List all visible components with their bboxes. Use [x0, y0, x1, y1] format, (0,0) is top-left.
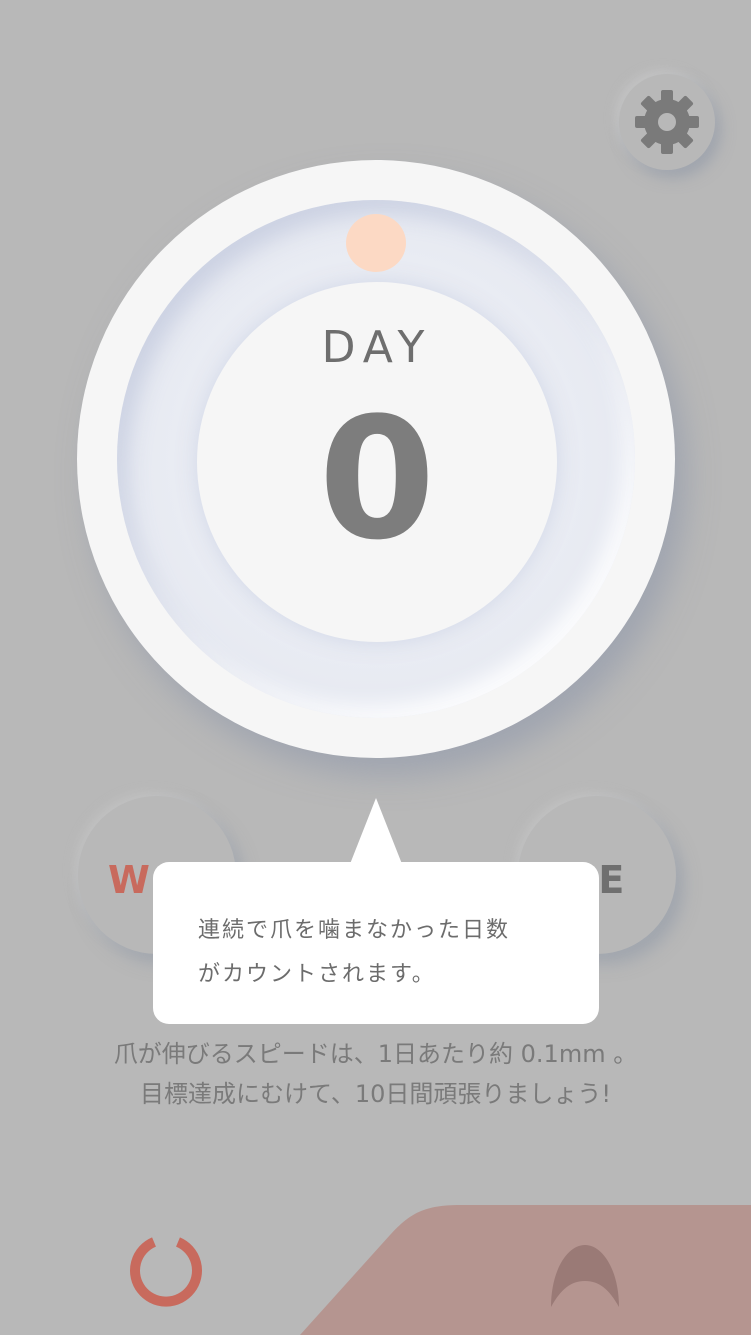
reload-button[interactable]	[128, 1234, 204, 1314]
day-label: DAY	[321, 322, 433, 373]
left-button-label: W	[108, 858, 153, 902]
settings-button[interactable]	[619, 74, 715, 170]
tooltip-pointer	[350, 798, 402, 864]
reload-icon	[130, 1237, 202, 1307]
nail-icon	[551, 1245, 619, 1307]
gear-icon	[635, 90, 699, 154]
progress-indicator-dot	[346, 214, 406, 272]
bottom-nav-tab	[300, 1205, 751, 1335]
nail-button[interactable]	[549, 1243, 621, 1313]
day-count: 0	[318, 381, 436, 577]
tooltip-text-line2: がカウントされます。	[198, 962, 436, 987]
info-text-line2: 目標達成にむけて、10日間頑張りましょう!	[140, 1080, 611, 1108]
tooltip-text-line1: 連続で爪を噛まなかった日数	[198, 918, 511, 943]
info-text-line1: 爪が伸びるスピードは、1日あたり約 0.1mm 。	[113, 1040, 638, 1068]
